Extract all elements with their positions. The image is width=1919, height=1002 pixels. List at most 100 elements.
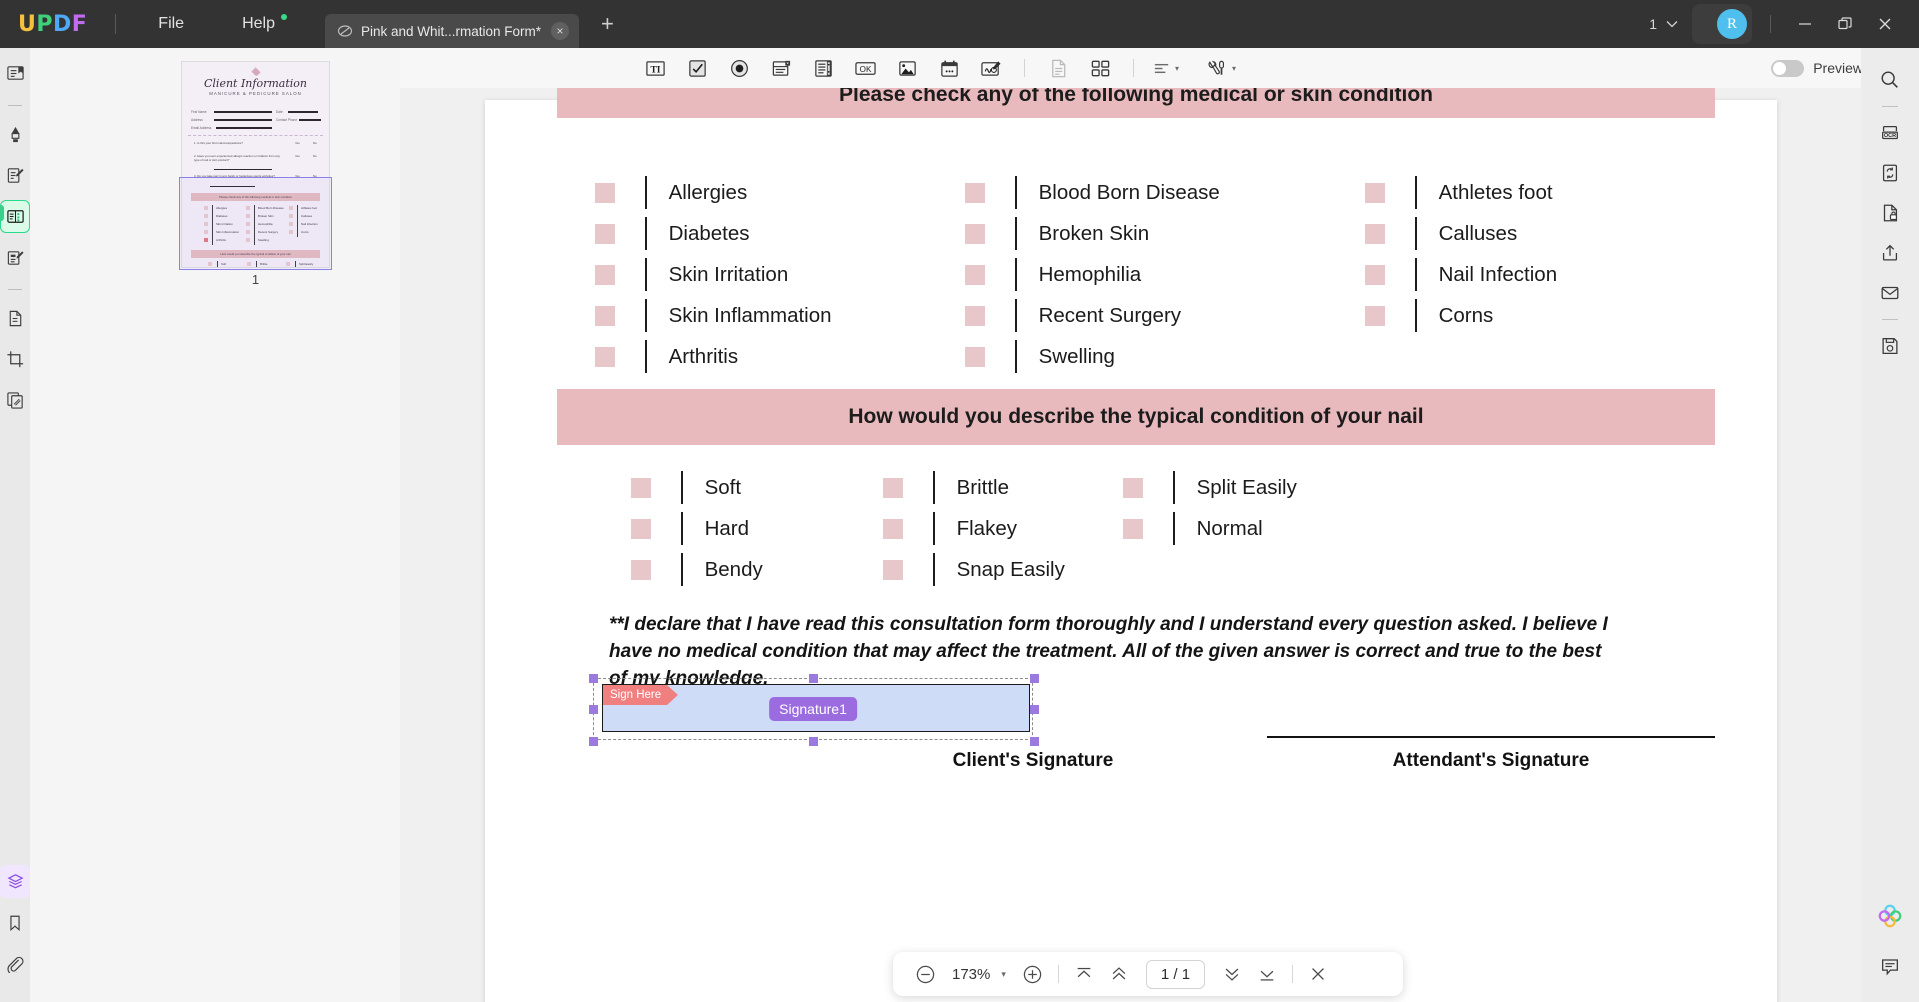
option-row[interactable]: Allergies — [595, 172, 965, 213]
rightrail-comments[interactable] — [1871, 946, 1909, 986]
resize-handle-w[interactable] — [589, 705, 598, 714]
resize-handle-e[interactable] — [1030, 705, 1039, 714]
option-row[interactable]: Flakey — [883, 508, 1123, 549]
sidebar-item-reader[interactable] — [0, 57, 30, 90]
checkbox-blood-born-disease[interactable] — [965, 182, 985, 203]
resize-handle-ne[interactable] — [1030, 674, 1039, 683]
checkbox-normal[interactable] — [1123, 518, 1143, 539]
checkbox-hemophilia[interactable] — [965, 264, 985, 285]
signature-form-field[interactable]: Sign Here Signature1 — [589, 674, 1039, 746]
checkbox-nail-infection[interactable] — [1365, 264, 1385, 285]
zoom-level-value[interactable]: 173% — [944, 966, 998, 983]
checkbox-calluses[interactable] — [1365, 223, 1385, 244]
zoom-dropdown-icon[interactable]: ▾ — [1001, 969, 1014, 980]
sidebar-item-layers[interactable] — [0, 865, 30, 898]
checkbox-hard[interactable] — [631, 518, 651, 539]
first-page-button[interactable] — [1068, 959, 1100, 989]
option-row[interactable]: Skin Irritation — [595, 254, 965, 295]
checkbox-flakey[interactable] — [883, 518, 903, 539]
document-canvas[interactable]: Please check any of the following medica… — [400, 88, 1861, 1002]
combo-box-tool[interactable] — [766, 54, 796, 82]
checkbox-brittle[interactable] — [883, 477, 903, 498]
restore-button[interactable] — [1825, 6, 1865, 42]
resize-handle-se[interactable] — [1030, 737, 1039, 746]
zoom-out-button[interactable] — [909, 959, 941, 989]
checkbox-snap-easily[interactable] — [883, 559, 903, 580]
form-settings-tool[interactable]: ▾ — [1205, 58, 1236, 79]
option-row[interactable]: Nail Infection — [1365, 254, 1557, 295]
option-row[interactable]: Swelling — [965, 336, 1365, 377]
option-row[interactable]: Arthritis — [595, 336, 965, 377]
option-row[interactable]: Athletes foot — [1365, 172, 1557, 213]
sidebar-item-prepare-form[interactable] — [0, 200, 30, 233]
zoom-in-button[interactable] — [1017, 959, 1049, 989]
radio-button-tool[interactable] — [724, 54, 754, 82]
list-box-tool[interactable] — [808, 54, 838, 82]
rightrail-convert[interactable] — [1871, 153, 1909, 193]
resize-handle-n[interactable] — [809, 674, 818, 683]
rightrail-save[interactable] — [1871, 326, 1909, 366]
checkbox-bendy[interactable] — [631, 559, 651, 580]
close-zoombar-button[interactable] — [1302, 959, 1334, 989]
new-tab-button[interactable]: + — [601, 13, 614, 35]
sidebar-item-crop[interactable] — [0, 343, 30, 376]
document-tab[interactable]: Pink and Whit...rmation Form* × — [324, 14, 580, 48]
option-row[interactable]: Recent Surgery — [965, 295, 1365, 336]
next-page-button[interactable] — [1216, 959, 1248, 989]
sidebar-item-page-tools[interactable] — [0, 302, 30, 335]
image-field-tool[interactable] — [892, 54, 922, 82]
date-field-tool[interactable] — [934, 54, 964, 82]
checkbox-corns[interactable] — [1365, 305, 1385, 326]
option-row[interactable]: Soft — [631, 467, 883, 508]
option-row[interactable]: Corns — [1365, 295, 1557, 336]
option-row[interactable]: Snap Easily — [883, 549, 1123, 590]
option-row[interactable]: Calluses — [1365, 213, 1557, 254]
sidebar-item-edit[interactable] — [0, 159, 30, 192]
align-tool[interactable]: ▾ — [1152, 58, 1179, 79]
text-field-tool[interactable]: TI — [640, 54, 670, 82]
resize-handle-nw[interactable] — [589, 674, 598, 683]
checkbox-tool[interactable] — [682, 54, 712, 82]
checkbox-diabetes[interactable] — [595, 223, 615, 244]
rightrail-protect[interactable] — [1871, 193, 1909, 233]
page-template-tool[interactable] — [1043, 54, 1073, 82]
resize-handle-sw[interactable] — [589, 737, 598, 746]
option-row[interactable]: Skin Inflammation — [595, 295, 965, 336]
page-indicator[interactable]: 1 / 1 — [1145, 959, 1206, 989]
checkbox-skin-irritation[interactable] — [595, 264, 615, 285]
rightrail-email[interactable] — [1871, 273, 1909, 313]
option-row[interactable]: Normal — [1123, 508, 1297, 549]
sidebar-item-bookmarks[interactable] — [0, 906, 30, 939]
option-row[interactable]: Diabetes — [595, 213, 965, 254]
account-button[interactable]: R — [1692, 4, 1752, 44]
checkbox-arthritis[interactable] — [595, 346, 615, 367]
grid-layout-tool[interactable] — [1085, 54, 1115, 82]
sidebar-item-organize[interactable] — [0, 384, 30, 417]
option-row[interactable]: Hemophilia — [965, 254, 1365, 295]
tab-close-icon[interactable]: × — [551, 22, 570, 40]
checkbox-split-easily[interactable] — [1123, 477, 1143, 498]
menu-file[interactable]: File — [142, 9, 200, 39]
checkbox-broken-skin[interactable] — [965, 223, 985, 244]
previous-page-button[interactable] — [1103, 959, 1135, 989]
option-row[interactable]: Broken Skin — [965, 213, 1365, 254]
checkbox-swelling[interactable] — [965, 346, 985, 367]
option-row[interactable]: Brittle — [883, 467, 1123, 508]
option-row[interactable]: Blood Born Disease — [965, 172, 1365, 213]
checkbox-skin-inflammation[interactable] — [595, 305, 615, 326]
checkbox-allergies[interactable] — [595, 182, 615, 203]
sidebar-item-sign[interactable] — [0, 241, 30, 274]
pdf-page[interactable]: Please check any of the following medica… — [485, 88, 1777, 1002]
window-count-selector[interactable]: 1 — [1649, 16, 1678, 32]
checkbox-soft[interactable] — [631, 477, 651, 498]
sidebar-item-annotate[interactable] — [0, 118, 30, 151]
rightrail-search[interactable] — [1871, 60, 1909, 100]
signature-field-name-tag[interactable]: Signature1 — [769, 697, 857, 721]
page-thumbnail[interactable]: Client Information MANICURE & PEDICURE S… — [179, 62, 332, 270]
menu-help[interactable]: Help — [226, 9, 291, 39]
resize-handle-s[interactable] — [809, 737, 818, 746]
rightrail-share[interactable] — [1871, 233, 1909, 273]
rightrail-ocr[interactable]: OCR — [1871, 113, 1909, 153]
option-row[interactable]: Bendy — [631, 549, 883, 590]
option-row[interactable]: Split Easily — [1123, 467, 1297, 508]
